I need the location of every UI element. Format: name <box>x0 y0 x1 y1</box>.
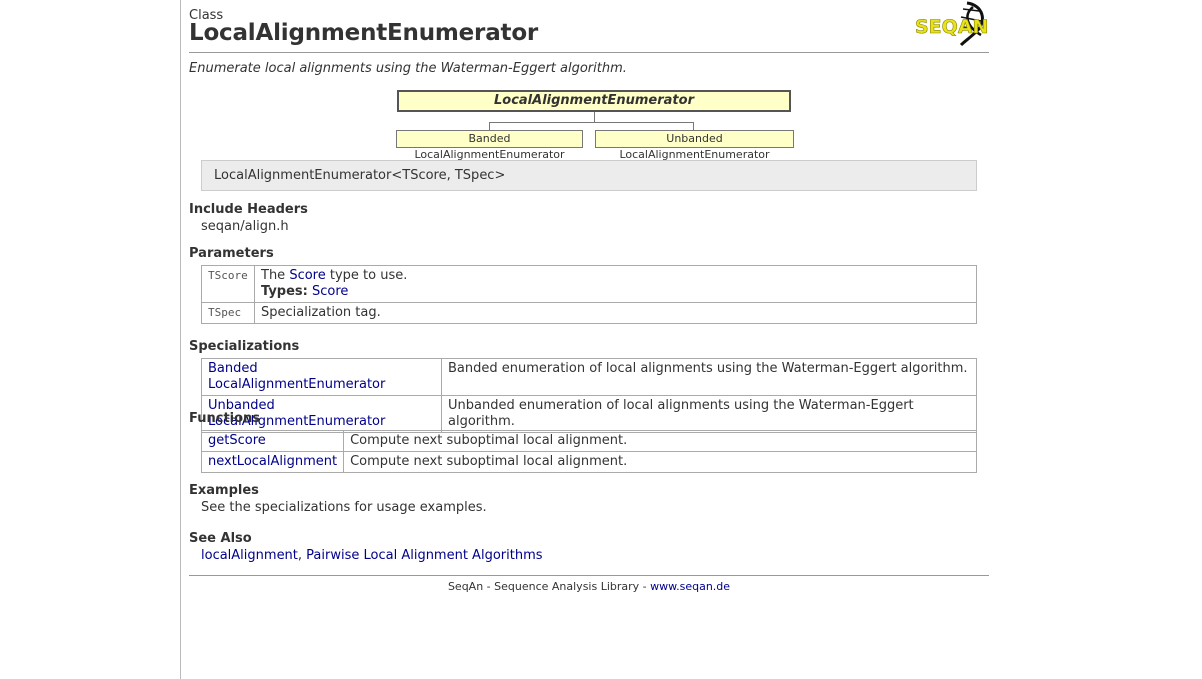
function-desc: Compute next suboptimal local alignment. <box>343 430 977 452</box>
param-desc: The Score type to use. Types: Score <box>254 265 977 303</box>
param-name: TSpec <box>201 302 255 324</box>
spec-name-cell: Banded LocalAlignmentEnumerator <box>201 358 442 396</box>
param-desc: Specialization tag. <box>254 302 977 324</box>
footer-link[interactable]: www.seqan.de <box>650 580 730 593</box>
function-name-cell: nextLocalAlignment <box>200 451 345 473</box>
left-divider-line <box>180 0 181 679</box>
function-desc: Compute next suboptimal local alignment. <box>343 451 977 473</box>
diagram-child-banded[interactable]: Banded LocalAlignmentEnumerator <box>396 130 583 161</box>
table-row: getScore Compute next suboptimal local a… <box>200 430 977 452</box>
header-divider <box>189 52 989 53</box>
include-headers-heading: Include Headers <box>189 202 308 217</box>
page-title: LocalAlignmentEnumerator <box>189 20 539 46</box>
parameters-heading: Parameters <box>189 246 274 261</box>
class-summary: Enumerate local alignments using the Wat… <box>189 61 627 76</box>
seqan-logo[interactable]: SEQAN <box>915 1 989 47</box>
diagram-connector <box>693 122 694 130</box>
parameters-table: TScore The Score type to use. Types: Sco… <box>201 265 977 324</box>
specializations-heading: Specializations <box>189 339 300 354</box>
function-link-nextlocalalignment[interactable]: nextLocalAlignment <box>208 454 337 469</box>
footer-divider <box>189 575 989 576</box>
types-label: Types: <box>261 284 308 299</box>
specializations-table: Banded LocalAlignmentEnumerator Banded e… <box>201 358 977 433</box>
logo-text: SEQAN <box>915 16 988 38</box>
score-link[interactable]: Score <box>289 268 325 283</box>
diagram-connector <box>489 122 694 123</box>
table-row: TScore The Score type to use. Types: Sco… <box>201 265 977 303</box>
see-also-separator: , <box>297 548 307 563</box>
include-header-value: seqan/align.h <box>201 219 289 234</box>
spec-link-banded[interactable]: Banded LocalAlignmentEnumerator <box>208 361 385 392</box>
table-row: Unbanded LocalAlignmentEnumerator Unband… <box>201 395 977 433</box>
see-also-heading: See Also <box>189 531 252 546</box>
see-also-link-localalignment[interactable]: localAlignment <box>201 548 298 563</box>
functions-heading: Functions <box>189 411 261 426</box>
diagram-main-class: LocalAlignmentEnumerator <box>397 90 791 112</box>
examples-text: See the specializations for usage exampl… <box>201 500 487 515</box>
class-signature: LocalAlignmentEnumerator<TScore, TSpec> <box>201 160 977 191</box>
see-also-links: localAlignment, Pairwise Local Alignment… <box>201 548 543 563</box>
hierarchy-diagram: LocalAlignmentEnumerator Banded LocalAli… <box>189 90 989 161</box>
spec-desc: Unbanded enumeration of local alignments… <box>441 395 977 433</box>
functions-table: getScore Compute next suboptimal local a… <box>200 430 977 473</box>
spec-desc: Banded enumeration of local alignments u… <box>441 358 977 396</box>
examples-heading: Examples <box>189 483 259 498</box>
diagram-child-unbanded[interactable]: Unbanded LocalAlignmentEnumerator <box>595 130 794 161</box>
function-link-getscore[interactable]: getScore <box>208 433 266 448</box>
types-score-link[interactable]: Score <box>312 284 348 299</box>
table-row: nextLocalAlignment Compute next suboptim… <box>200 451 977 473</box>
footer: SeqAn - Sequence Analysis Library - www.… <box>189 580 989 593</box>
function-name-cell: getScore <box>200 430 345 452</box>
footer-text: SeqAn - Sequence Analysis Library - <box>447 580 651 593</box>
table-row: Banded LocalAlignmentEnumerator Banded e… <box>201 358 977 396</box>
diagram-connector <box>489 122 490 130</box>
see-also-link-pairwise[interactable]: Pairwise Local Alignment Algorithms <box>306 548 542 563</box>
diagram-connector <box>594 112 595 122</box>
table-row: TSpec Specialization tag. <box>201 302 977 324</box>
param-name: TScore <box>201 265 255 303</box>
param-desc-text: The <box>261 268 290 283</box>
param-desc-text: type to use. <box>325 268 408 283</box>
